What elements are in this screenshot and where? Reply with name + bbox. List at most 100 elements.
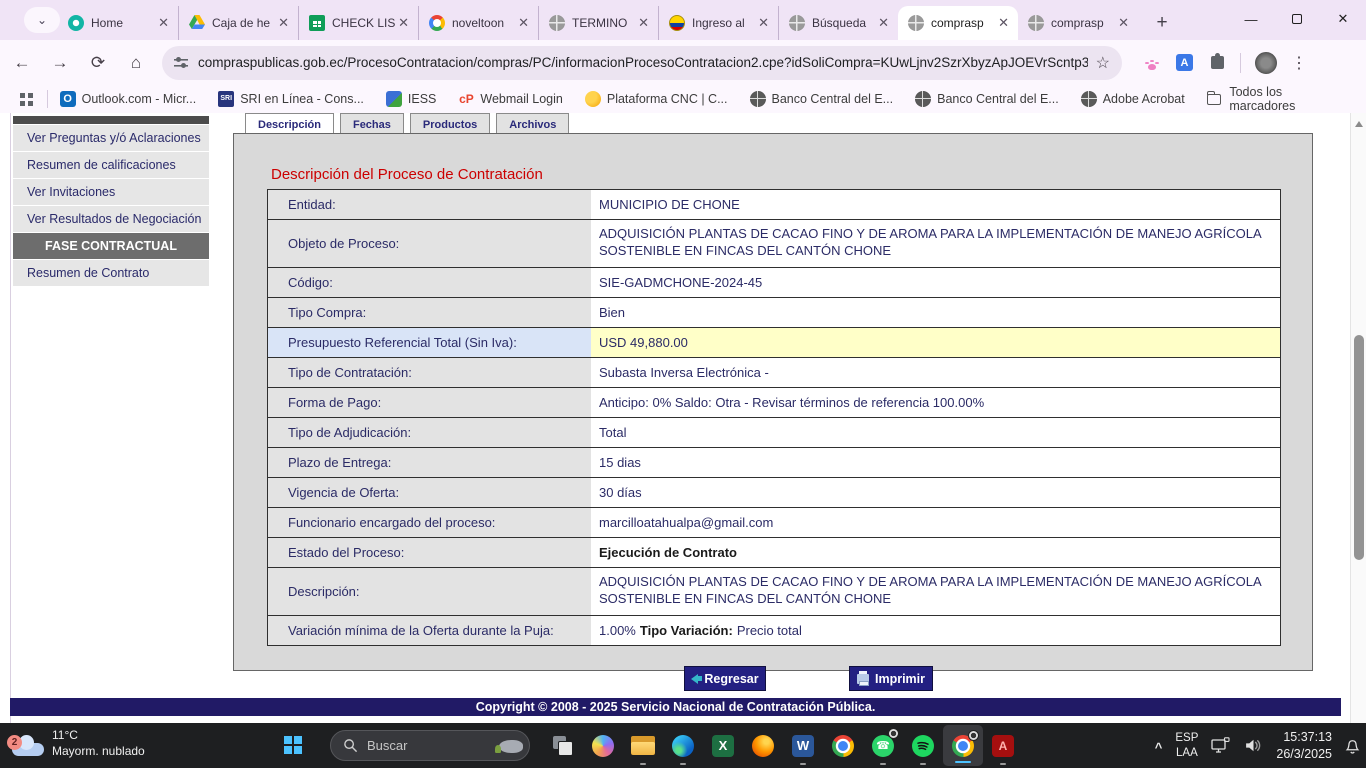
tab-search-button[interactable]: ⌄ [24,7,60,33]
browser-tab-checklist[interactable]: CHECK LIS ✕ [298,6,418,40]
extensions-puzzle-icon[interactable] [1211,56,1224,69]
sheets-favicon-icon [309,15,325,31]
tab-archivos[interactable]: Archivos [496,113,569,133]
sidebar-item-preguntas[interactable]: Ver Preguntas y/ó Aclaraciones [13,125,209,151]
notifications-bell-icon[interactable] [1345,737,1360,754]
sidebar-item-negociacion[interactable]: Ver Resultados de Negociación [13,206,209,232]
tab-label: noveltoon [452,16,515,30]
browser-tab-ingreso[interactable]: Ingreso al ✕ [658,6,778,40]
scrollbar-thumb[interactable] [1354,335,1364,560]
bookmark-outlook[interactable]: OOutlook.com - Micr... [60,91,197,107]
home-button[interactable]: ⌂ [120,47,152,79]
paw-extension-icon[interactable] [1144,58,1160,72]
file-explorer-button[interactable] [623,723,663,768]
firefox-button[interactable] [743,723,783,768]
language-indicator[interactable]: ESP LAA [1175,731,1198,761]
row-label: Entidad: [268,190,591,219]
tab-fechas[interactable]: Fechas [340,113,404,133]
sidebar-item-invitaciones[interactable]: Ver Invitaciones [13,179,209,205]
weather-widget[interactable]: 2 11°C Mayorm. nublado [12,727,145,759]
browser-menu-icon[interactable]: ⋮ [1291,53,1319,73]
cloud-icon: 2 [12,743,44,756]
back-button[interactable]: ← [6,47,38,79]
translate-icon[interactable]: A [1176,54,1193,71]
start-button[interactable] [284,736,302,754]
tab-descripcion[interactable]: Descripción [245,113,334,133]
forward-button[interactable]: → [44,47,76,79]
new-tab-button[interactable]: + [1148,9,1176,37]
home-favicon-icon [68,15,84,31]
spotify-button[interactable] [903,723,943,768]
tab-close-icon[interactable]: ✕ [275,15,292,31]
window-maximize-button[interactable] [1274,0,1320,38]
word-button[interactable]: W [783,723,823,768]
site-info-icon[interactable] [174,57,188,69]
edge-button[interactable] [663,723,703,768]
sidebar-section-label: FASE CONTRACTUAL [45,239,177,253]
language-code: ESP [1175,732,1198,744]
regresar-button[interactable]: Regresar [684,666,766,691]
bookmark-star-icon[interactable]: ☆ [1096,53,1110,73]
profile-avatar[interactable] [1255,52,1277,74]
task-view-button[interactable] [543,723,583,768]
bookmark-banco-central-1[interactable]: Banco Central del E... [750,91,894,107]
tab-label: comprasp [931,16,995,30]
sidebar-item-resumen-contrato[interactable]: Resumen de Contrato [13,260,209,286]
browser-tab-comprasp-2[interactable]: comprasp ✕ [1018,6,1138,40]
bookmarks-divider [47,90,48,108]
browser-tab-busqueda[interactable]: Búsqueda ✕ [778,6,898,40]
globe-favicon-icon [1028,15,1044,31]
bookmark-webmail[interactable]: cPWebmail Login [458,91,562,107]
imprimir-button[interactable]: Imprimir [849,666,933,691]
address-bar[interactable]: compraspublicas.gob.ec/ProcesoContrataci… [162,46,1122,80]
scroll-up-icon[interactable] [1355,121,1363,127]
bookmarks-bar: OOutlook.com - Micr... SRISRI en Línea -… [0,85,1366,113]
running-indicator [1000,763,1006,766]
browser-tab-home[interactable]: Home ✕ [58,6,178,40]
tab-close-icon[interactable]: ✕ [1115,15,1132,31]
tray-chevron-icon[interactable]: ^ [1155,740,1163,755]
tab-close-icon[interactable]: ✕ [155,15,172,31]
tab-close-icon[interactable]: ✕ [995,15,1012,31]
excel-button[interactable]: X [703,723,743,768]
tab-productos[interactable]: Productos [410,113,490,133]
taskbar-search-input[interactable]: Buscar [330,730,530,761]
browser-tab-termino[interactable]: TERMINO ✕ [538,6,658,40]
browser-tab-noveltoon[interactable]: noveltoon ✕ [418,6,538,40]
browser-tab-comprasp-active[interactable]: comprasp ✕ [898,6,1018,40]
bookmark-sri[interactable]: SRISRI en Línea - Cons... [218,91,364,107]
tab-close-icon[interactable]: ✕ [515,15,532,31]
chrome-button[interactable] [823,723,863,768]
row-value: ADQUISICIÓN PLANTAS DE CACAO FINO Y DE A… [591,220,1280,267]
clock-widget[interactable]: 15:37:13 26/3/2025 [1276,729,1332,762]
globe-favicon-icon [549,15,565,31]
reload-button[interactable]: ⟳ [82,47,114,79]
bookmark-adobe[interactable]: Adobe Acrobat [1081,91,1185,107]
bookmark-iess[interactable]: IESS [386,91,437,107]
whatsapp-button[interactable]: ☎ [863,723,903,768]
tab-close-icon[interactable]: ✕ [395,15,412,31]
tab-close-icon[interactable]: ✕ [635,15,652,31]
process-sidebar: Ver Preguntas y/ó Aclaraciones Resumen d… [13,116,209,287]
window-minimize-button[interactable]: — [1228,0,1274,38]
browser-tab-drive[interactable]: Caja de he ✕ [178,6,298,40]
profile-badge-icon [968,730,979,741]
globe-favicon-icon [789,15,805,31]
page-scrollbar[interactable] [1350,113,1366,723]
acrobat-button[interactable]: A [983,723,1023,768]
all-bookmarks-button[interactable]: Todos los marcadores [1207,85,1348,113]
chrome-active-button[interactable] [943,725,983,766]
bookmark-cnc[interactable]: Plataforma CNC | C... [585,91,728,107]
network-icon[interactable] [1211,737,1231,754]
volume-icon[interactable] [1244,738,1263,753]
url-text[interactable]: compraspublicas.gob.ec/ProcesoContrataci… [198,55,1088,70]
copilot-button[interactable] [583,723,623,768]
window-close-button[interactable]: ✕ [1320,0,1366,38]
tab-close-icon[interactable]: ✕ [755,15,772,31]
file-explorer-icon [631,736,655,755]
tab-close-icon[interactable]: ✕ [875,15,892,31]
table-row: Objeto de Proceso: ADQUISICIÓN PLANTAS D… [268,219,1280,267]
sidebar-item-calificaciones[interactable]: Resumen de calificaciones [13,152,209,178]
apps-grid-icon[interactable] [20,93,33,106]
bookmark-banco-central-2[interactable]: Banco Central del E... [915,91,1059,107]
